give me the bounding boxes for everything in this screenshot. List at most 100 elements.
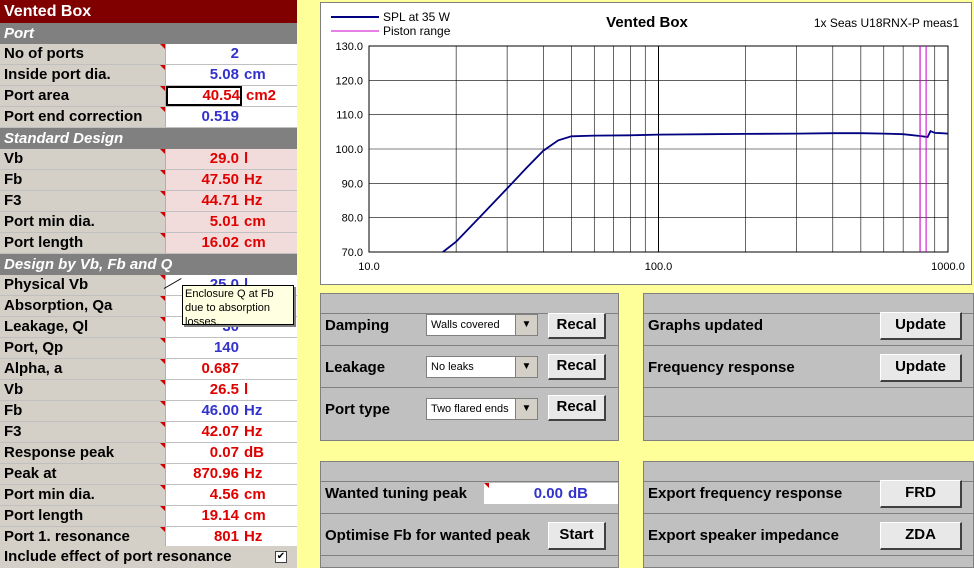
param-label: No of ports — [0, 44, 166, 64]
param-value-cell[interactable]: 140 — [166, 338, 297, 358]
graphs-update-button[interactable]: Update — [880, 312, 962, 340]
param-label: F3 — [0, 422, 166, 442]
param-value: 801 — [213, 528, 239, 545]
damping-label: Damping — [325, 317, 390, 334]
x-tick-label: 10.0 — [358, 261, 379, 273]
leakage-select[interactable]: No leaks ▼ — [426, 356, 538, 378]
param-value: 26.5 — [209, 381, 239, 398]
param-row: Fb 47.50 Hz — [0, 170, 297, 191]
param-row: Port 1. resonance 801 Hz — [0, 527, 297, 548]
param-unit: Hz — [244, 528, 263, 545]
checkmark-icon: ✔ — [276, 551, 286, 562]
section-design-header: Design by Vb, Fb and Q — [0, 254, 297, 275]
damping-value: Walls covered — [431, 319, 500, 331]
param-unit: Hz — [244, 192, 263, 209]
param-value: 16.02 — [201, 234, 239, 251]
y-tick-label: 130.0 — [335, 41, 363, 53]
param-row: Port length 16.02 cm — [0, 233, 297, 254]
param-value: 0.687 — [201, 360, 239, 377]
param-row: No of ports 2 — [0, 44, 297, 65]
param-row: Port length 19.14 cm — [0, 506, 297, 527]
param-unit: cm — [244, 486, 266, 503]
legend-spl: SPL at 35 W — [383, 10, 451, 24]
param-value-cell: 5.01 cm — [166, 212, 297, 232]
param-value: 2 — [230, 45, 239, 62]
y-tick-label: 110.0 — [336, 110, 363, 122]
param-unit: dB — [244, 444, 264, 461]
y-tick-label: 120.0 — [335, 75, 363, 87]
param-row: Peak at 870.96 Hz — [0, 464, 297, 485]
param-unit: cm2 — [246, 87, 277, 104]
export-panel: Export frequency response FRD Export spe… — [643, 461, 974, 568]
param-unit: Hz — [244, 423, 263, 440]
y-tick-label: 70.0 — [342, 247, 363, 259]
optimise-start-button[interactable]: Start — [548, 522, 606, 550]
param-label: Fb — [0, 170, 166, 190]
parameters-panel: Vented Box Port No of ports 2 Inside port … — [0, 0, 297, 568]
param-row: Alpha, a 0.687 — [0, 359, 297, 380]
wanted-tuning-unit: dB — [568, 485, 588, 502]
param-value-cell[interactable]: 0.519 — [166, 107, 297, 127]
param-value: 29.0 — [209, 150, 239, 167]
chart-title: Vented Box — [606, 14, 688, 31]
param-value-cell: 26.5 l — [166, 380, 297, 400]
damping-select[interactable]: Walls covered ▼ — [426, 314, 538, 336]
wanted-tuning-value: 0.00 — [533, 485, 563, 502]
legend-piston: Piston range — [383, 24, 451, 38]
param-unit: l — [244, 381, 249, 398]
param-label: Physical Vb — [0, 275, 166, 295]
settings-panel: Damping Walls covered ▼ Recal Leakage No … — [320, 293, 619, 441]
param-value-cell[interactable]: 5.08 cm — [166, 65, 297, 85]
panel-title: Vented Box — [0, 0, 297, 23]
divider — [321, 513, 618, 514]
param-value-cell[interactable]: 40.54 cm2 — [166, 86, 276, 106]
param-value: 0.07 — [209, 444, 239, 461]
param-label: Vb — [0, 380, 166, 400]
damping-recal-button[interactable]: Recal — [548, 313, 606, 339]
param-value-cell: 801 Hz — [166, 527, 297, 547]
param-row: F3 44.71 Hz — [0, 191, 297, 212]
param-row: Port min dia. 5.01 cm — [0, 212, 297, 233]
param-unit: Hz — [244, 171, 263, 188]
param-value: 4.56 — [209, 486, 239, 503]
divider — [644, 387, 974, 388]
param-value-cell[interactable]: 2 — [166, 44, 297, 64]
x-tick-label: 1000.0 — [931, 261, 965, 273]
param-value: 140 — [213, 339, 239, 356]
y-tick-label: 80.0 — [342, 213, 363, 225]
export-frequency-label: Export frequency response — [648, 485, 843, 502]
port-type-label: Port type — [325, 401, 391, 418]
param-row: Vb 26.5 l — [0, 380, 297, 401]
param-label: Alpha, a — [0, 359, 166, 379]
section-port-header: Port — [0, 23, 297, 44]
x-tick-label: 100.0 — [645, 261, 673, 273]
tuning-panel: Wanted tuning peak 0.00 dB Optimise Fb f… — [320, 461, 619, 568]
divider — [321, 345, 618, 346]
export-frd-button[interactable]: FRD — [880, 480, 962, 508]
chevron-down-icon: ▼ — [515, 357, 537, 377]
export-zda-button[interactable]: ZDA — [880, 522, 962, 550]
param-label: Port 1. resonance — [0, 527, 166, 547]
wanted-tuning-field[interactable]: 0.00 dB — [484, 483, 618, 504]
param-value-cell[interactable]: 46.00 Hz — [166, 401, 297, 421]
param-row: Fb 46.00 Hz — [0, 401, 297, 422]
chevron-down-icon: ▼ — [515, 399, 537, 419]
include-resonance-checkbox[interactable]: ✔ — [275, 551, 287, 563]
param-row: Vb 29.0 l — [0, 149, 297, 170]
section-standard-header: Standard Design — [0, 128, 297, 149]
port-type-recal-button[interactable]: Recal — [548, 395, 606, 421]
param-label: Port area — [0, 86, 166, 106]
frequency-update-button[interactable]: Update — [880, 354, 962, 382]
divider — [644, 416, 974, 417]
param-label: Port min dia. — [0, 485, 166, 505]
param-value-cell: 47.50 Hz — [166, 170, 297, 190]
param-value-cell: 0.07 dB — [166, 443, 297, 463]
include-resonance-row: Include effect of port resonance ✔ — [0, 546, 297, 568]
param-row: Port, Qp 140 — [0, 338, 297, 359]
leakage-recal-button[interactable]: Recal — [548, 354, 606, 380]
divider — [321, 555, 618, 556]
port-type-select[interactable]: Two flared ends ▼ — [426, 398, 538, 420]
param-unit: Hz — [244, 402, 263, 419]
param-value-cell: 29.0 l — [166, 149, 297, 169]
param-label: Port min dia. — [0, 212, 166, 232]
